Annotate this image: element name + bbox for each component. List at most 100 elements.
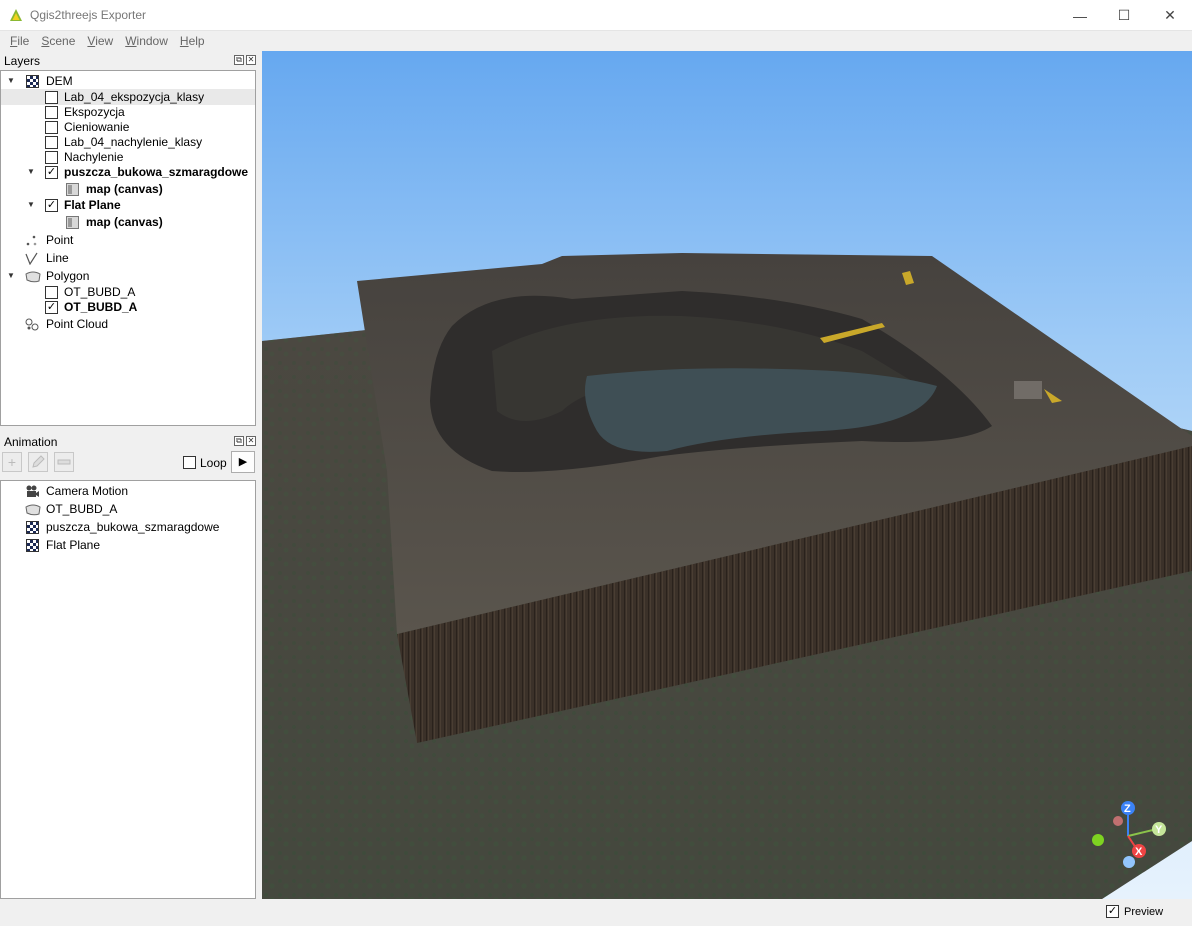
tree-item-layer[interactable]: ✓ OT_BUBD_A [1, 299, 255, 315]
layers-tree: ▼ DEM Lab_04_ekspozycja_klasy Ekspozycja… [0, 70, 256, 426]
minus-icon [57, 459, 71, 465]
title-bar: Qgis2threejs Exporter — ☐ ✕ [0, 0, 1192, 31]
dem-icon [26, 520, 39, 534]
dock-close-icon[interactable]: ✕ [246, 436, 256, 446]
layer-checkbox[interactable] [45, 150, 58, 164]
tree-item-label: Polygon [46, 269, 90, 283]
tree-item-layer[interactable]: Nachylenie [1, 149, 255, 165]
animation-tree: Camera Motion OT_BUBD_A puszcza_bukowa_s… [0, 480, 256, 899]
animation-item[interactable]: puszcza_bukowa_szmaragdowe [1, 519, 255, 535]
tree-item-texture[interactable]: map (canvas) [1, 214, 255, 230]
menu-view[interactable]: View [81, 34, 119, 48]
point-layer-icon [26, 235, 37, 245]
dock-float-icon[interactable]: ⧉ [234, 436, 244, 446]
menu-help[interactable]: Help [174, 34, 211, 48]
play-button[interactable]: ▶ [231, 451, 255, 473]
tree-item-label: Lab_04_nachylenie_klasy [64, 135, 203, 149]
polygon-icon [25, 504, 41, 515]
layer-checkbox[interactable] [45, 105, 58, 119]
menu-file[interactable]: File [4, 34, 35, 48]
layer-checkbox[interactable]: ✓ [45, 198, 58, 212]
close-button[interactable]: ✕ [1147, 0, 1192, 31]
layer-checkbox[interactable] [45, 120, 58, 134]
animation-item-label: OT_BUBD_A [46, 502, 118, 516]
tree-item-label: Flat Plane [64, 198, 121, 212]
remove-keyframe-button[interactable] [54, 452, 74, 472]
dem-icon [26, 74, 39, 88]
expand-icon[interactable]: ▼ [7, 77, 15, 85]
tree-item-polygon[interactable]: ▼ Polygon [1, 268, 255, 284]
tree-item-layer[interactable]: Ekspozycja [1, 104, 255, 120]
preview-checkbox[interactable]: ✓ [1106, 905, 1119, 918]
tree-item-line[interactable]: Line [1, 250, 255, 266]
terrain-scene: Z Y X [262, 253, 1192, 899]
axis-label-z: Z [1124, 803, 1131, 815]
building-marker [1014, 381, 1042, 399]
tree-item-label: Nachylenie [64, 150, 124, 164]
tree-item-texture[interactable]: map (canvas) [1, 181, 255, 197]
animation-item[interactable]: Camera Motion [1, 483, 255, 499]
tree-item-layer[interactable]: Cieniowanie [1, 119, 255, 135]
tree-item-label: puszcza_bukowa_szmaragdowe [64, 165, 249, 179]
dem-icon [26, 538, 39, 552]
loop-label: Loop [200, 456, 227, 470]
plus-icon: + [7, 454, 17, 470]
point-cloud-icon [25, 318, 39, 330]
window-title: Qgis2threejs Exporter [30, 8, 147, 22]
tree-item-label: OT_BUBD_A [64, 285, 136, 299]
animation-item[interactable]: OT_BUBD_A [1, 501, 255, 517]
tree-item-dem[interactable]: ▼ DEM [1, 73, 255, 89]
tree-item-layer[interactable]: Lab_04_nachylenie_klasy [1, 134, 255, 150]
maximize-button[interactable]: ☐ [1101, 0, 1147, 31]
axis-label-y: Y [1155, 824, 1163, 836]
layer-checkbox[interactable]: ✓ [45, 300, 58, 314]
tree-item-label: Point Cloud [46, 317, 109, 331]
menu-window[interactable]: Window [119, 34, 174, 48]
tree-item-layer[interactable]: Lab_04_ekspozycja_klasy [1, 89, 255, 105]
add-keyframe-button[interactable]: + [2, 452, 22, 472]
play-icon: ▶ [238, 456, 248, 468]
layer-checkbox[interactable] [45, 135, 58, 149]
animation-dock: Animation ⧉ ✕ + Loop ▶ Camera Motion OT_… [0, 431, 262, 899]
tree-item-layer[interactable]: OT_BUBD_A [1, 284, 255, 300]
camera-icon [26, 485, 39, 497]
tree-item-point-cloud[interactable]: Point Cloud [1, 316, 255, 332]
animation-dock-title: Animation [4, 435, 58, 449]
tree-item-label: map (canvas) [86, 182, 163, 196]
qgis2threejs-logo-icon [10, 9, 22, 21]
tree-item-label: map (canvas) [86, 215, 163, 229]
tree-item-point[interactable]: Point [1, 232, 255, 248]
tree-item-label: Point [46, 233, 74, 247]
expand-icon[interactable]: ▼ [7, 272, 15, 280]
layer-checkbox[interactable] [45, 285, 58, 299]
status-bar [0, 899, 1192, 926]
layers-dock-title: Layers [4, 54, 41, 68]
edit-keyframe-button[interactable] [28, 452, 48, 472]
tree-item-label: Cieniowanie [64, 120, 130, 134]
tree-item-layer[interactable]: ▼ ✓ Flat Plane [1, 197, 255, 213]
layer-checkbox[interactable]: ✓ [45, 165, 58, 179]
tree-item-label: Line [46, 251, 69, 265]
tree-item-label: Ekspozycja [64, 105, 125, 119]
texture-icon [66, 182, 79, 196]
expand-icon[interactable]: ▼ [27, 201, 35, 209]
dock-float-icon[interactable]: ⧉ [234, 55, 244, 65]
menu-bar: File Scene View Window Help [0, 31, 1192, 51]
3d-viewport[interactable]: Z Y X [262, 51, 1192, 899]
menu-scene[interactable]: Scene [35, 34, 81, 48]
pencil-icon [32, 455, 45, 468]
preview-label: Preview [1124, 906, 1164, 918]
minimize-button[interactable]: — [1057, 0, 1103, 31]
close-icon: ✕ [1164, 7, 1176, 23]
animation-item-label: Camera Motion [46, 484, 129, 498]
animation-item-label: puszcza_bukowa_szmaragdowe [46, 520, 220, 534]
loop-checkbox[interactable] [183, 456, 196, 469]
layer-checkbox[interactable] [45, 90, 58, 104]
dock-close-icon[interactable]: ✕ [246, 55, 256, 65]
tree-item-label: DEM [46, 74, 73, 88]
tree-item-layer[interactable]: ▼ ✓ puszcza_bukowa_szmaragdowe [1, 164, 255, 180]
expand-icon[interactable]: ▼ [27, 168, 35, 176]
texture-icon [66, 215, 79, 229]
maximize-icon: ☐ [1117, 7, 1131, 23]
animation-item[interactable]: Flat Plane [1, 537, 255, 553]
